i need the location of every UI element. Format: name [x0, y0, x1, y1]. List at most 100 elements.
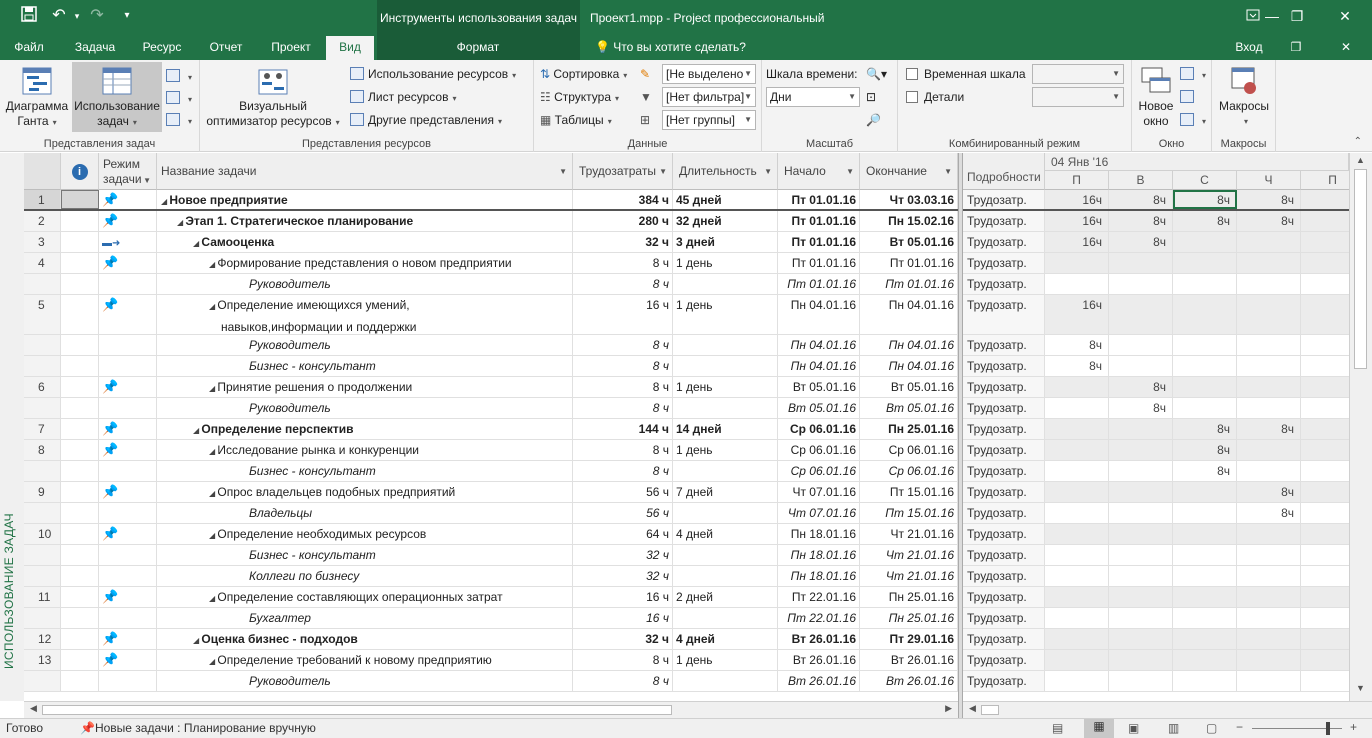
usage-cell[interactable]	[1045, 524, 1109, 544]
finish-cell[interactable]: Пн 04.01.16	[860, 356, 958, 376]
finish-cell[interactable]: Пт 15.01.16	[860, 503, 958, 523]
usage-cell[interactable]	[1109, 503, 1173, 523]
work-cell[interactable]: 64 ч	[573, 524, 673, 544]
start-cell[interactable]: Пт 01.01.16	[778, 253, 860, 273]
usage-cell[interactable]: 8ч	[1109, 211, 1173, 231]
start-cell[interactable]: Пт 22.01.16	[778, 608, 860, 628]
usage-cell[interactable]	[1109, 295, 1173, 334]
work-cell[interactable]: 8 ч	[573, 671, 673, 691]
close-button[interactable]: ✕	[1322, 0, 1368, 36]
work-cell[interactable]: 8 ч	[573, 335, 673, 355]
usage-row[interactable]: Трудозатр.	[963, 671, 1349, 692]
usage-cell[interactable]	[1173, 232, 1237, 252]
usage-cell[interactable]	[1109, 482, 1173, 502]
finish-cell[interactable]: Пн 15.02.16	[860, 211, 958, 231]
work-cell[interactable]: 384 ч	[573, 190, 673, 209]
usage-cell[interactable]	[1173, 253, 1237, 273]
table-row[interactable]: Коллеги по бизнесу 32 ч Пн 18.01.16 Чт 21.0…	[24, 566, 958, 587]
timescale-select[interactable]: Дни ▼	[766, 87, 860, 107]
start-column-header[interactable]: Начало ▼	[778, 153, 860, 190]
usage-row[interactable]: Трудозатр. 8ч	[963, 440, 1349, 461]
task-name-cell[interactable]: ◢ Этап 1. Стратегическое планирование	[157, 211, 573, 231]
row-number[interactable]: 7	[24, 419, 61, 439]
table-row[interactable]: 10 📌 ◢ Определение необходимых ресурсов 64 …	[24, 524, 958, 545]
usage-cell[interactable]	[1237, 545, 1301, 565]
task-name-cell[interactable]: Коллеги по бизнесу	[157, 566, 573, 586]
usage-cell[interactable]: 8ч	[1173, 461, 1237, 481]
scroll-left-icon[interactable]: ◀	[30, 703, 37, 714]
usage-row[interactable]: Трудозатр.	[963, 274, 1349, 295]
other-task-views-icon[interactable]: ▾	[166, 110, 192, 130]
mode-cell[interactable]: 📌	[99, 629, 157, 649]
usage-cell[interactable]	[1301, 232, 1349, 252]
task-usage-button[interactable]: Использование задач ▾	[72, 62, 162, 132]
tell-me-search[interactable]: 💡 Что вы хотите сделать?	[595, 36, 746, 58]
hide-window-icon[interactable]: ▾	[1180, 110, 1206, 130]
start-cell[interactable]: Вт 26.01.16	[778, 650, 860, 670]
zoom-out-icon[interactable]: −	[1236, 720, 1243, 734]
window-restore-icon[interactable]: ❐	[1286, 36, 1306, 60]
duration-cell[interactable]	[673, 398, 778, 418]
start-cell[interactable]: Ср 06.01.16	[778, 440, 860, 460]
usage-cell[interactable]	[1301, 211, 1349, 231]
table-row[interactable]: 7 📌 ◢ Определение перспектив 144 ч 14 дней Ср…	[24, 419, 958, 440]
table-row[interactable]: Руководитель 8 ч Вт 26.01.16 Вт 26.01.16	[24, 671, 958, 692]
mode-cell[interactable]	[99, 608, 157, 628]
usage-cell[interactable]	[1045, 629, 1109, 649]
table-row[interactable]: Бизнес - консультант 32 ч Пн 18.01.16 Чт 21…	[24, 545, 958, 566]
usage-row[interactable]: Трудозатр.	[963, 253, 1349, 274]
usage-cell[interactable]	[1301, 461, 1349, 481]
table-row[interactable]: Бизнес - консультант 8 ч Пн 04.01.16 Пн 04.…	[24, 356, 958, 377]
info-cell[interactable]	[61, 587, 99, 607]
task-name-cell[interactable]: Бизнес - консультант	[157, 356, 573, 376]
mode-cell[interactable]	[99, 671, 157, 691]
work-cell[interactable]: 144 ч	[573, 419, 673, 439]
usage-row[interactable]: Трудозатр. 8ч	[963, 377, 1349, 398]
highlight-select[interactable]: [Не выделено ▼	[662, 64, 756, 84]
details-checkbox[interactable]: Детали	[906, 87, 964, 107]
tables-button[interactable]: ▦ Таблицы ▾	[540, 110, 612, 130]
usage-cell[interactable]: 16ч	[1045, 190, 1109, 209]
usage-cell[interactable]	[1301, 335, 1349, 355]
usage-cell[interactable]	[1045, 274, 1109, 294]
start-cell[interactable]: Пт 01.01.16	[778, 232, 860, 252]
table-row[interactable]: 2 📌 ◢ Этап 1. Стратегическое планирование 2…	[24, 211, 958, 232]
usage-cell[interactable]	[1237, 335, 1301, 355]
tab-resource[interactable]: Ресурс	[134, 36, 190, 60]
finish-cell[interactable]: Вт 05.01.16	[860, 232, 958, 252]
usage-cell[interactable]	[1109, 419, 1173, 439]
usage-cell[interactable]	[1301, 377, 1349, 397]
task-name-cell[interactable]: Руководитель	[157, 671, 573, 691]
work-cell[interactable]: 32 ч	[573, 566, 673, 586]
mode-cell[interactable]	[99, 545, 157, 565]
mode-cell[interactable]: 📌	[99, 524, 157, 544]
usage-row[interactable]: Трудозатр. 8ч	[963, 335, 1349, 356]
finish-cell[interactable]: Пт 01.01.16	[860, 274, 958, 294]
work-cell[interactable]: 8 ч	[573, 356, 673, 376]
save-icon[interactable]	[18, 6, 40, 28]
info-cell[interactable]	[61, 629, 99, 649]
work-cell[interactable]: 8 ч	[573, 377, 673, 397]
usage-cell[interactable]	[1237, 398, 1301, 418]
work-cell[interactable]: 32 ч	[573, 629, 673, 649]
row-number[interactable]: 10	[24, 524, 61, 544]
switch-windows-icon[interactable]: ▾	[1180, 64, 1206, 84]
usage-cell[interactable]	[1237, 274, 1301, 294]
usage-cell[interactable]	[1237, 650, 1301, 670]
usage-cell[interactable]	[1109, 356, 1173, 376]
usage-cell[interactable]	[1301, 356, 1349, 376]
mode-cell[interactable]: 📌	[99, 377, 157, 397]
duration-cell[interactable]: 1 день	[673, 295, 778, 334]
usage-cell[interactable]	[1109, 545, 1173, 565]
selected-tasks-icon[interactable]: 🔎	[866, 110, 881, 130]
duration-cell[interactable]	[673, 566, 778, 586]
start-cell[interactable]: Пн 04.01.16	[778, 335, 860, 355]
task-name-cell[interactable]: Бухгалтер	[157, 608, 573, 628]
scroll-down-icon[interactable]: ▼	[1356, 683, 1365, 693]
duration-cell[interactable]: 2 дней	[673, 587, 778, 607]
tab-project[interactable]: Проект	[262, 36, 320, 60]
usage-row[interactable]: Трудозатр. 16ч 8ч 8ч 8ч	[963, 190, 1349, 211]
network-diagram-icon[interactable]: ▾	[166, 66, 192, 86]
info-cell[interactable]	[61, 335, 99, 355]
work-cell[interactable]: 32 ч	[573, 232, 673, 252]
